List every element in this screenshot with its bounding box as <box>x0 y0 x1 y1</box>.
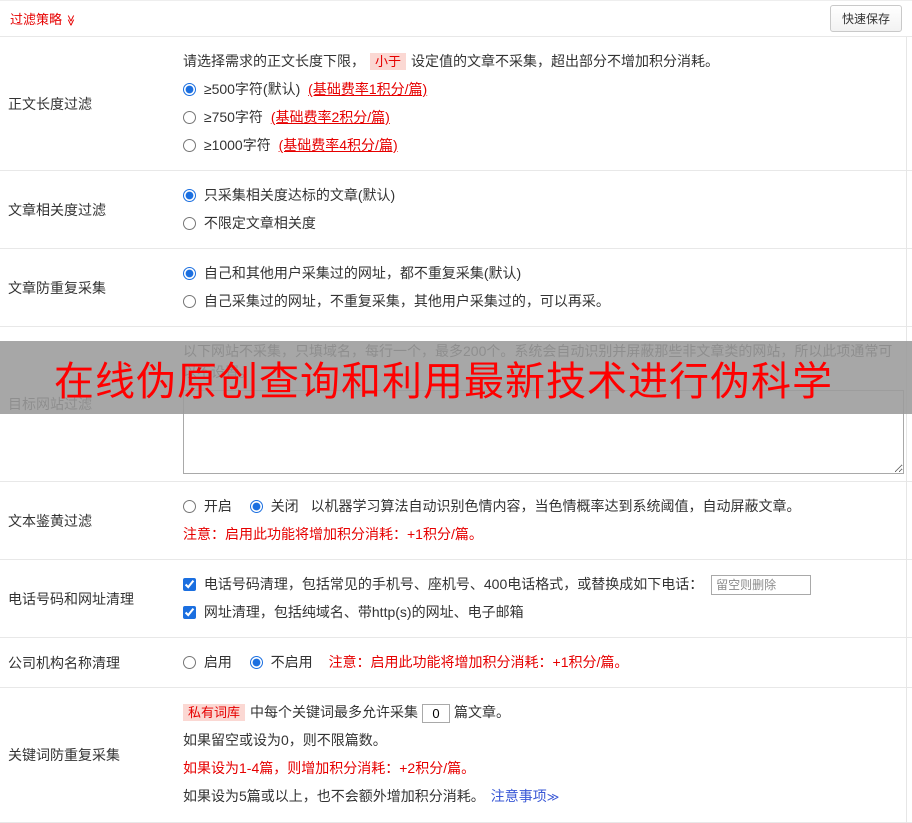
radio-company-disable[interactable] <box>249 656 263 670</box>
checkbox-url-clean[interactable] <box>183 606 196 620</box>
radio-label: 启用 <box>203 654 232 671</box>
radio-porn-on[interactable] <box>183 500 196 513</box>
watermark-banner: 在线伪原创查询和利用最新技术进行伪科学 <box>0 341 912 414</box>
company-clean-label: 公司机构名称清理 <box>8 654 120 671</box>
keyword-dedup-line1-mid: 中每个关键词最多允许采集 <box>250 704 419 721</box>
highlight-less-than: 小于 <box>370 53 407 70</box>
dedup-filter-label: 文章防重复采集 <box>8 279 106 296</box>
keyword-dedup-line4: 如果设为5篇或以上，也不会额外增加积分消耗。 <box>183 788 485 805</box>
keyword-dedup-line3: 如果设为1-4篇，则增加积分消耗：+2积分/篇。 <box>183 760 476 777</box>
checkbox-option-url-clean[interactable]: 网址清理，包括纯域名、带http(s)的网址、电子邮箱 <box>183 604 524 620</box>
checkbox-phone-clean[interactable] <box>183 578 196 591</box>
radio-label: 只采集相关度达标的文章(默认) <box>203 187 396 203</box>
chevron-down-icon: ≫ <box>64 14 77 27</box>
row-length-filter: 正文长度过滤 请选择需求的正文长度下限， 小于 设定值的文章不采集，超出部分不增加积… <box>0 37 912 171</box>
row-keyword-dedup: 关键词防重复采集 私有词库中每个关键词最多允许采集 篇文章。 如果留空或设为0，则… <box>0 688 912 823</box>
filter-strategy-panel: 过滤策略 ≫ 快速保存 正文长度过滤 请选择需求的正文长度下限， 小于 设定值的文章不… <box>0 0 912 823</box>
radio-label: ≥500字符(默认) <box>203 81 301 97</box>
keyword-dedup-line1-end: 篇文章。 <box>454 704 511 721</box>
row-company-clean: 公司机构名称清理 启用 不启用 注意：启用此功能将增加积分消耗：+1积分/篇。 <box>0 638 912 689</box>
notes-link[interactable]: 注意事项≫ <box>491 788 560 804</box>
radio-option-500-chars[interactable]: ≥500字符(默认) (基础费率1积分/篇) <box>183 81 427 97</box>
row-porn-filter: 文本鉴黄过滤 开启 关闭 以机器学习算法自动识别色情内容，当色情概率达到系统阈值… <box>0 482 912 560</box>
length-filter-instruction: 请选择需求的正文长度下限， 小于 设定值的文章不采集，超出部分不增加积分消耗。 <box>183 51 904 72</box>
keyword-dedup-label: 关键词防重复采集 <box>8 747 120 764</box>
radio-label: 自己采集过的网址，不重复采集，其他用户采集过的，可以再采。 <box>203 293 610 309</box>
porn-filter-description: 以机器学习算法自动识别色情内容，当色情概率达到系统阈值，自动屏蔽文章。 <box>310 498 801 514</box>
radio-relevant-only[interactable] <box>183 189 196 202</box>
radio-option-company-disable[interactable]: 不启用 <box>249 654 317 671</box>
radio-option-750-chars[interactable]: ≥750字符 (基础费率2积分/篇) <box>183 109 390 125</box>
radio-company-enable[interactable] <box>183 656 196 670</box>
header: 过滤策略 ≫ 快速保存 <box>0 1 912 37</box>
row-phone-url-clean: 电话号码和网址清理 电话号码清理，包括常见的手机号、座机号、400电话格式，或替… <box>0 560 912 639</box>
radio-label: 不启用 <box>270 654 313 671</box>
radio-dedup-self-only[interactable] <box>183 295 196 308</box>
radio-dedup-all-users[interactable] <box>183 267 196 280</box>
page-title: 过滤策略 <box>10 12 63 27</box>
radio-label: 关闭 <box>270 498 299 514</box>
radio-500-chars[interactable] <box>183 83 196 96</box>
phone-url-clean-label: 电话号码和网址清理 <box>8 590 134 607</box>
radio-option-1000-chars[interactable]: ≥1000字符 (基础费率4积分/篇) <box>183 137 398 153</box>
company-clean-note: 注意：启用此功能将增加积分消耗：+1积分/篇。 <box>328 654 629 671</box>
radio-750-chars[interactable] <box>183 111 196 124</box>
checkbox-option-phone-clean[interactable]: 电话号码清理，包括常见的手机号、座机号、400电话格式，或替换成如下电话： <box>183 576 707 592</box>
checkbox-label: 网址清理，包括纯域名、带http(s)的网址、电子邮箱 <box>203 604 524 621</box>
radio-porn-off[interactable] <box>249 500 263 513</box>
instruction-text-post: 设定值的文章不采集，超出部分不增加积分消耗。 <box>411 53 720 69</box>
rate-note: (基础费率2积分/篇) <box>270 109 390 125</box>
radio-option-relevant-only[interactable]: 只采集相关度达标的文章(默认) <box>183 187 395 203</box>
watermark-text: 在线伪原创查询和利用最新技术进行伪科学 <box>54 359 833 404</box>
rate-note: (基础费率4积分/篇) <box>278 137 398 153</box>
radio-option-company-enable[interactable]: 启用 <box>183 654 236 670</box>
radio-option-dedup-all-users[interactable]: 自己和其他用户采集过的网址，都不重复采集(默认) <box>183 265 521 281</box>
radio-label: 开启 <box>203 498 232 514</box>
radio-1000-chars[interactable] <box>183 139 196 152</box>
instruction-text-pre: 请选择需求的正文长度下限， <box>183 53 365 69</box>
radio-no-relevance-limit[interactable] <box>183 217 196 230</box>
radio-label: 自己和其他用户采集过的网址，都不重复采集(默认) <box>203 265 522 281</box>
page-right-border <box>906 37 907 823</box>
relevance-filter-label: 文章相关度过滤 <box>8 201 106 218</box>
max-articles-input[interactable] <box>422 704 451 724</box>
length-filter-label: 正文长度过滤 <box>8 95 92 112</box>
porn-filter-label: 文本鉴黄过滤 <box>8 512 92 529</box>
radio-option-no-relevance-limit[interactable]: 不限定文章相关度 <box>183 215 316 231</box>
radio-option-porn-off[interactable]: 关闭 <box>249 498 303 514</box>
radio-option-dedup-self-only[interactable]: 自己采集过的网址，不重复采集，其他用户采集过的，可以再采。 <box>183 293 610 309</box>
rate-note: (基础费率1积分/篇) <box>308 81 428 97</box>
row-relevance-filter: 文章相关度过滤 只采集相关度达标的文章(默认) 不限定文章相关度 <box>0 171 912 249</box>
chevron-double-icon: ≫ <box>546 790 560 805</box>
radio-option-porn-on[interactable]: 开启 <box>183 498 236 514</box>
highlight-private-lexicon: 私有词库 <box>183 704 246 722</box>
checkbox-label: 电话号码清理，包括常见的手机号、座机号、400电话格式，或替换成如下电话： <box>203 576 704 592</box>
replacement-phone-input[interactable] <box>711 575 812 596</box>
radio-label: ≥750字符 <box>203 109 263 125</box>
radio-label: ≥1000字符 <box>203 137 271 153</box>
row-dedup-filter: 文章防重复采集 自己和其他用户采集过的网址，都不重复采集(默认) 自己采集过的网… <box>0 249 912 327</box>
keyword-dedup-line2: 如果留空或设为0，则不限篇数。 <box>183 732 387 749</box>
porn-filter-note: 注意：启用此功能将增加积分消耗：+1积分/篇。 <box>183 526 483 542</box>
radio-label: 不限定文章相关度 <box>203 215 316 231</box>
section-title-toggle[interactable]: 过滤策略 ≫ <box>10 9 77 28</box>
quick-save-button[interactable]: 快速保存 <box>829 5 902 32</box>
